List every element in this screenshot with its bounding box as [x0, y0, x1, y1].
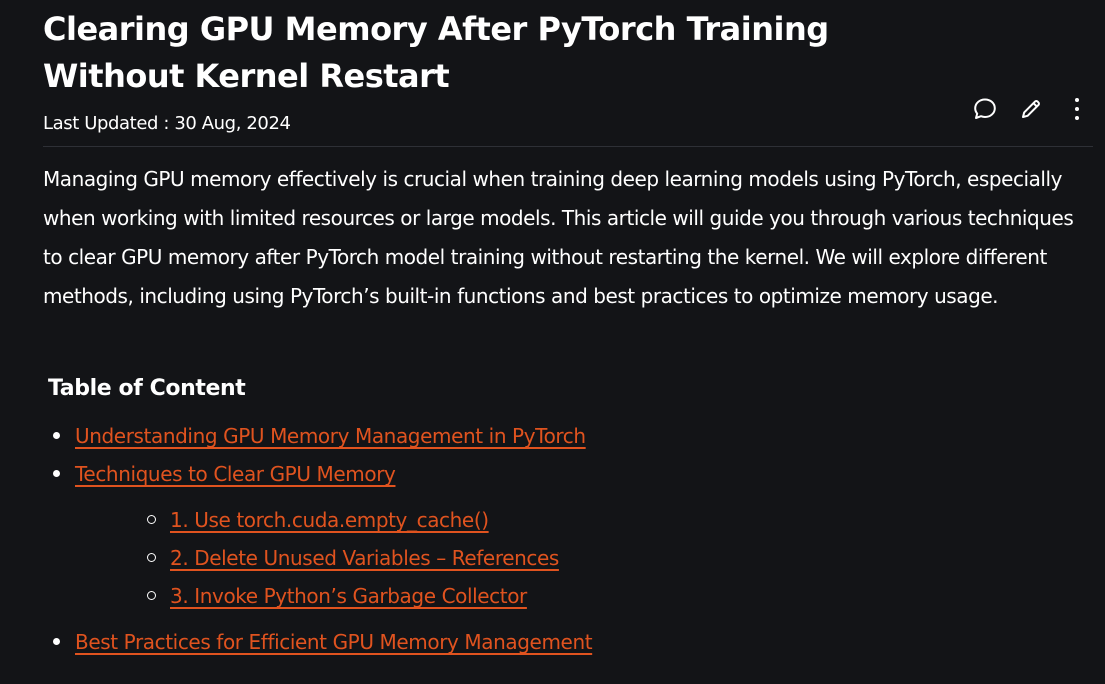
last-updated-date: Last Updated : 30 Aug, 2024: [43, 113, 291, 134]
article-header: Clearing GPU Memory After PyTorch Traini…: [43, 6, 1093, 100]
toc-subitem-empty-cache: 1. Use torch.cuda.empty_cache(): [75, 501, 1048, 539]
toc-title: Table of Content: [48, 376, 246, 401]
article-title: Clearing GPU Memory After PyTorch Traini…: [43, 10, 829, 95]
toc-item-best-practices: Best Practices for Efficient GPU Memory …: [48, 623, 1048, 661]
toc-subitem-delete-variables: 2. Delete Unused Variables – References: [75, 539, 1048, 577]
comment-icon[interactable]: [972, 96, 998, 122]
header-divider: [43, 146, 1093, 147]
edit-icon[interactable]: [1018, 96, 1044, 122]
toc-link-understanding[interactable]: Understanding GPU Memory Management in P…: [75, 424, 586, 448]
toc-sublist-techniques: 1. Use torch.cuda.empty_cache() 2. Delet…: [75, 501, 1048, 615]
toc-link-techniques[interactable]: Techniques to Clear GPU Memory: [75, 462, 396, 486]
more-options-icon[interactable]: [1064, 96, 1090, 122]
toc-link-garbage-collector[interactable]: 3. Invoke Python’s Garbage Collector: [170, 584, 527, 608]
table-of-contents: Understanding GPU Memory Management in P…: [48, 417, 1048, 661]
toc-item-techniques: Techniques to Clear GPU Memory 1. Use to…: [48, 455, 1048, 615]
article-actions: [972, 96, 1090, 122]
toc-item-understanding: Understanding GPU Memory Management in P…: [48, 417, 1048, 455]
toc-subitem-garbage-collector: 3. Invoke Python’s Garbage Collector: [75, 577, 1048, 615]
toc-link-best-practices[interactable]: Best Practices for Efficient GPU Memory …: [75, 630, 593, 654]
article-intro: Managing GPU memory effectively is cruci…: [43, 167, 1074, 308]
toc-link-delete-variables[interactable]: 2. Delete Unused Variables – References: [170, 546, 559, 570]
article-page: Clearing GPU Memory After PyTorch Traini…: [0, 0, 1105, 684]
toc-link-empty-cache[interactable]: 1. Use torch.cuda.empty_cache(): [170, 508, 489, 532]
